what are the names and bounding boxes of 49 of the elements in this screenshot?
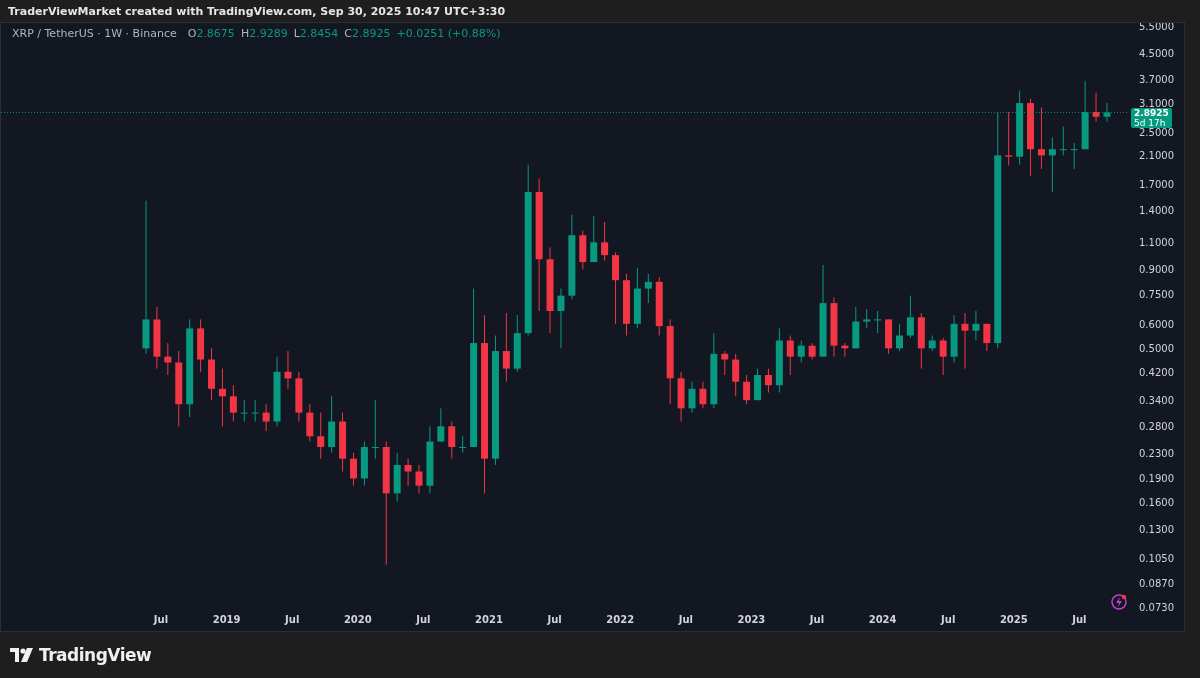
axis-label: Jul <box>678 614 693 625</box>
axis-label: 1.1000 <box>1139 237 1174 249</box>
axis-label: 2020 <box>343 614 372 625</box>
axis-label: 0.3400 <box>1139 395 1174 407</box>
axis-label: Jul <box>1072 614 1087 625</box>
price-tag: 2.8925 5d 17h <box>1131 108 1172 129</box>
axis-label: 2019 <box>212 614 241 625</box>
axis-label: 0.9000 <box>1139 264 1174 276</box>
axis-label: 2.5000 <box>1139 127 1174 138</box>
axis-label: 2025 <box>999 614 1028 625</box>
axis-label: 3.7000 <box>1139 74 1174 86</box>
axis-label: 0.0730 <box>1139 602 1174 613</box>
ohlc-value: C2.8925 <box>344 27 391 40</box>
axis-label: Jul <box>941 614 956 625</box>
axis-label: Jul <box>809 614 825 625</box>
axis-label: 0.1900 <box>1139 473 1174 485</box>
axis-label: Jul <box>547 614 562 625</box>
axis-label: 0.7500 <box>1139 288 1174 300</box>
axis-label: 0.1050 <box>1139 553 1174 565</box>
axis-label: 3.1000 <box>1139 98 1174 110</box>
axis-label: 0.2800 <box>1139 421 1174 433</box>
ohlc-value: O2.8675 <box>187 27 235 40</box>
symbol-label: XRP / TetherUS · 1W · Binance <box>12 27 177 40</box>
axis-label: Jul <box>285 614 300 625</box>
window-title: TraderViewMarket created with TradingView.com, Sep 30, 2025 10:47 UTC+3:30 <box>7 4 507 20</box>
logo-icon <box>10 648 34 662</box>
axis-label: 0.6000 <box>1139 318 1174 330</box>
ohlc-value: L2.8454 <box>293 27 339 40</box>
axis-label: 0.2300 <box>1139 447 1174 459</box>
axis-label: 2021 <box>475 614 503 625</box>
axis-label: 0.4200 <box>1139 366 1174 378</box>
axis-label: 2024 <box>868 614 897 625</box>
lightning-icon[interactable] <box>1111 594 1127 610</box>
axis-label: 0.5000 <box>1139 343 1174 355</box>
axis-label: 0.0870 <box>1139 578 1174 590</box>
axis-label: 2023 <box>737 614 766 625</box>
ohlc-value: H2.9289 <box>240 27 288 40</box>
axis-label: 1.4000 <box>1139 204 1174 216</box>
axis-label: 0.1300 <box>1139 524 1174 536</box>
axis-label: 1.7000 <box>1139 178 1174 190</box>
brand-name: TradingView <box>39 645 152 665</box>
axis-label: 5.5000 <box>1139 23 1174 32</box>
axis-label: 0.1600 <box>1139 496 1174 508</box>
change-value: +0.0251 (+0.88%) <box>396 27 501 40</box>
axis-label: Jul <box>153 614 169 625</box>
axis-label: 2022 <box>606 614 635 625</box>
axis-label: 2.1000 <box>1139 150 1174 162</box>
axis-label: 4.5000 <box>1139 48 1174 59</box>
axis-label: Jul <box>416 614 431 625</box>
